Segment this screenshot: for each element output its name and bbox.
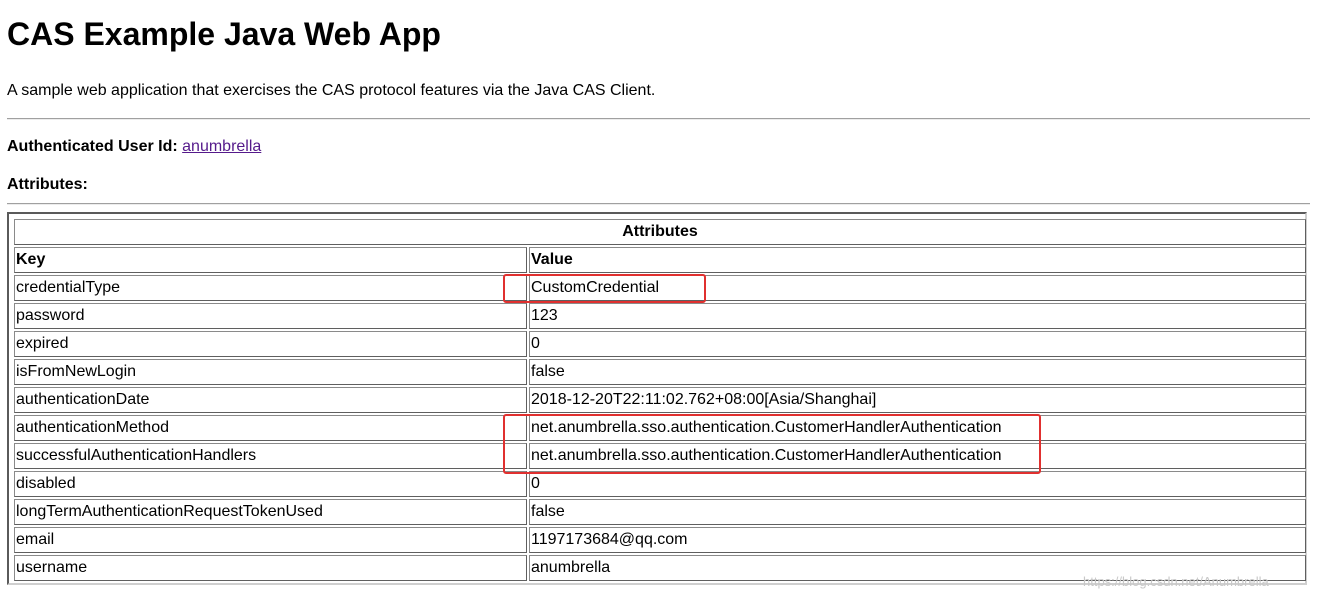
user-id-label: Authenticated User Id: — [7, 138, 178, 155]
value-column-header: Value — [529, 247, 1306, 273]
table-row: isFromNewLogin false — [14, 359, 1306, 385]
highlight-authentication-handler — [503, 414, 1041, 474]
attributes-table: Attributes Key Value credentialType Custo… — [12, 217, 1308, 583]
table-row: authenticationDate 2018-12-20T22:11:02.76… — [14, 387, 1306, 413]
divider-attributes — [7, 203, 1310, 205]
row-value: 1197173684@qq.com — [529, 527, 1306, 553]
attributes-table-frame: Attributes Key Value credentialType Custo… — [7, 212, 1307, 585]
row-key: password — [14, 303, 527, 329]
key-column-header: Key — [14, 247, 527, 273]
row-value: 2018-12-20T22:11:02.762+08:00[Asia/Shang… — [529, 387, 1306, 413]
row-key: successfulAuthenticationHandlers — [14, 443, 527, 469]
table-caption: Attributes — [14, 219, 1306, 245]
row-value: false — [529, 359, 1306, 385]
row-key: longTermAuthenticationRequestTokenUsed — [14, 499, 527, 525]
row-key: credentialType — [14, 275, 527, 301]
row-value: 0 — [529, 471, 1306, 497]
row-key: username — [14, 555, 527, 581]
table-row: disabled 0 — [14, 471, 1306, 497]
row-value: 0 — [529, 331, 1306, 357]
row-key: disabled — [14, 471, 527, 497]
watermark: https://blog.csdn.net/Anumbrella — [1083, 574, 1269, 589]
page-description: A sample web application that exercises … — [7, 82, 656, 99]
table-row: longTermAuthenticationRequestTokenUsed fa… — [14, 499, 1306, 525]
row-key: email — [14, 527, 527, 553]
row-key: authenticationDate — [14, 387, 527, 413]
row-key: isFromNewLogin — [14, 359, 527, 385]
row-value: 123 — [529, 303, 1306, 329]
row-value: false — [529, 499, 1306, 525]
table-row: email 1197173684@qq.com — [14, 527, 1306, 553]
row-key: authenticationMethod — [14, 415, 527, 441]
authenticated-user-line: Authenticated User Id: anumbrella — [7, 136, 261, 158]
table-row: password 123 — [14, 303, 1306, 329]
divider-top — [7, 118, 1310, 120]
page-title: CAS Example Java Web App — [7, 16, 441, 52]
highlight-credential-type — [503, 274, 706, 303]
table-row: expired 0 — [14, 331, 1306, 357]
attributes-label: Attributes: — [7, 176, 88, 193]
row-key: expired — [14, 331, 527, 357]
user-id-link[interactable]: anumbrella — [182, 138, 261, 155]
